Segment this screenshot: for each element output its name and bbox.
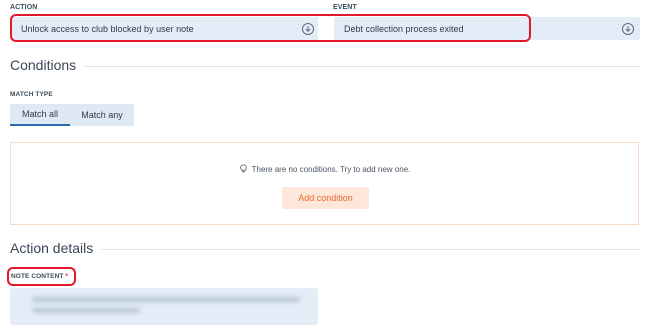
section-divider [100,249,640,250]
automation-rule-form: ACTION Unlock access to club blocked by … [0,0,650,328]
event-label: EVENT [333,4,357,11]
empty-message-text: There are no conditions. Try to add new … [251,165,411,174]
highlight-action-event [10,14,531,42]
note-content-textarea[interactable] [10,288,318,325]
highlight-note-label [7,267,76,286]
conditions-empty-panel: There are no conditions. Try to add new … [10,142,639,225]
match-all-button[interactable]: Match all [10,104,70,126]
match-any-button[interactable]: Match any [70,104,134,126]
empty-message: There are no conditions. Try to add new … [11,164,638,175]
conditions-title: Conditions [10,57,85,73]
lightbulb-icon [239,164,248,175]
action-label: ACTION [10,4,38,11]
arrow-down-circle-icon [622,22,634,35]
section-divider [80,66,640,67]
blurred-text [32,297,300,302]
action-details-title: Action details [10,240,102,256]
add-condition-button[interactable]: Add condition [282,187,369,209]
blurred-text [32,308,140,313]
match-type-label: MATCH TYPE [10,91,53,98]
